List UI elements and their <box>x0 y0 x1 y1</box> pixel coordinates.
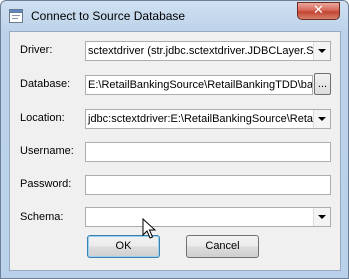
username-field[interactable] <box>85 142 331 162</box>
driver-value: sctextdriver (str.jdbc.sctextdriver.JDBC… <box>88 45 322 57</box>
schema-combobox[interactable] <box>85 207 331 227</box>
driver-label: Driver: <box>20 44 53 56</box>
chevron-down-icon[interactable] <box>313 208 330 226</box>
password-field[interactable] <box>85 175 331 195</box>
database-window-icon <box>9 9 23 23</box>
database-label: Database: <box>20 78 71 90</box>
mouse-pointer-icon <box>142 218 156 239</box>
dialog-body: Driver: sctextdriver (str.jdbc.sctextdri… <box>9 31 341 271</box>
schema-label: Schema: <box>20 211 64 223</box>
close-button[interactable]: ✕ <box>297 2 340 20</box>
location-value: jdbc:sctextdriver:E:\RetailBankingSource… <box>88 113 316 125</box>
close-icon: ✕ <box>313 2 324 17</box>
title-bar[interactable]: Connect to Source Database ✕ <box>1 1 348 31</box>
database-field[interactable]: E:\RetailBankingSource\RetailBankingTDD\… <box>85 75 313 95</box>
username-label: Username: <box>20 145 74 157</box>
chevron-down-icon[interactable] <box>313 42 330 60</box>
connect-dialog: Connect to Source Database ✕ Driver: sct… <box>0 0 349 279</box>
browse-button[interactable]: ... <box>314 73 331 95</box>
database-value: E:\RetailBankingSource\RetailBankingTDD\… <box>88 79 313 91</box>
password-label: Password: <box>20 178 72 190</box>
chevron-down-icon[interactable] <box>313 110 330 128</box>
location-label: Location: <box>20 112 65 124</box>
window-title: Connect to Source Database <box>31 9 186 23</box>
driver-combobox[interactable]: sctextdriver (str.jdbc.sctextdriver.JDBC… <box>85 41 331 61</box>
location-combobox[interactable]: jdbc:sctextdriver:E:\RetailBankingSource… <box>85 109 331 129</box>
cancel-button[interactable]: Cancel <box>186 235 259 258</box>
